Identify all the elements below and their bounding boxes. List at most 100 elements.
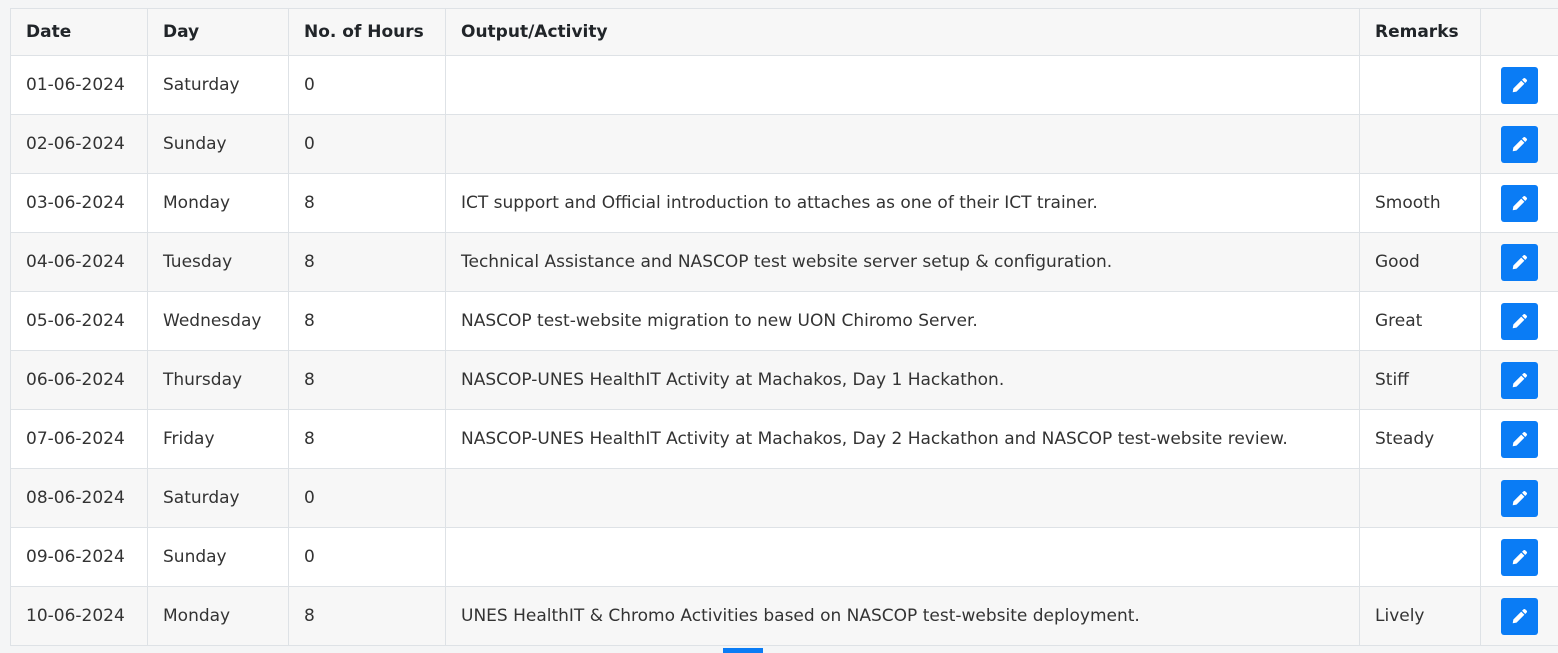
cell-activity: UNES HealthIT & Chromo Activities based … <box>445 586 1360 646</box>
cell-remarks: Stiff <box>1359 350 1481 410</box>
cell-date: 10-06-2024 <box>10 586 148 646</box>
column-header-actions <box>1480 8 1558 56</box>
cell-remarks: Great <box>1359 291 1481 351</box>
cell-actions <box>1480 350 1558 410</box>
cell-hours: 0 <box>288 114 446 174</box>
cell-day: Saturday <box>147 468 289 528</box>
cell-hours: 0 <box>288 55 446 115</box>
cell-day: Sunday <box>147 527 289 587</box>
cell-hours: 8 <box>288 173 446 233</box>
table-row: 05-06-2024 Wednesday 8 NASCOP test-website … <box>10 291 1558 351</box>
cell-date: 04-06-2024 <box>10 232 148 292</box>
worklog-table-container: Date Day No. of Hours Output/Activity Re… <box>10 8 1558 646</box>
table-row: 02-06-2024 Sunday 0 <box>10 114 1558 174</box>
cell-activity: NASCOP test-website migration to new UON… <box>445 291 1360 351</box>
edit-button[interactable] <box>1501 302 1538 340</box>
cell-remarks <box>1359 468 1481 528</box>
cell-date: 02-06-2024 <box>10 114 148 174</box>
column-header-day[interactable]: Day <box>147 8 289 56</box>
table-row: 08-06-2024 Saturday 0 <box>10 468 1558 528</box>
cell-hours: 8 <box>288 586 446 646</box>
worklog-table: Date Day No. of Hours Output/Activity Re… <box>10 8 1558 646</box>
cell-day: Wednesday <box>147 291 289 351</box>
cell-date: 09-06-2024 <box>10 527 148 587</box>
pencil-icon <box>1511 608 1528 625</box>
pencil-icon <box>1511 549 1528 566</box>
pencil-icon <box>1511 136 1528 153</box>
table-header: Date Day No. of Hours Output/Activity Re… <box>10 8 1558 56</box>
cell-actions <box>1480 114 1558 174</box>
table-row: 03-06-2024 Monday 8 ICT support and Officia… <box>10 173 1558 233</box>
edit-button[interactable] <box>1501 125 1538 163</box>
cell-day: Sunday <box>147 114 289 174</box>
cell-activity <box>445 55 1360 115</box>
cell-activity: ICT support and Official introduction to… <box>445 173 1360 233</box>
cell-actions <box>1480 232 1558 292</box>
cell-date: 07-06-2024 <box>10 409 148 469</box>
cell-actions <box>1480 586 1558 646</box>
cell-day: Thursday <box>147 350 289 410</box>
cell-day: Tuesday <box>147 232 289 292</box>
pencil-icon <box>1511 195 1528 212</box>
table-row: 04-06-2024 Tuesday 8 Technical Assistance a… <box>10 232 1558 292</box>
pencil-icon <box>1511 372 1528 389</box>
cell-activity: NASCOP-UNES HealthIT Activity at Machako… <box>445 409 1360 469</box>
pencil-icon <box>1511 313 1528 330</box>
cell-activity: NASCOP-UNES HealthIT Activity at Machako… <box>445 350 1360 410</box>
table-body: 01-06-2024 Saturday 0 02-06-2024 Sunday 0 03-0… <box>10 55 1558 646</box>
edit-button[interactable] <box>1501 184 1538 222</box>
cell-remarks <box>1359 55 1481 115</box>
pagination-indicator[interactable] <box>723 648 763 653</box>
cell-activity <box>445 468 1360 528</box>
edit-button[interactable] <box>1501 597 1538 635</box>
cell-day: Saturday <box>147 55 289 115</box>
cell-activity: Technical Assistance and NASCOP test web… <box>445 232 1360 292</box>
cell-date: 06-06-2024 <box>10 350 148 410</box>
cell-hours: 0 <box>288 527 446 587</box>
cell-actions <box>1480 291 1558 351</box>
table-row: 09-06-2024 Sunday 0 <box>10 527 1558 587</box>
column-header-activity[interactable]: Output/Activity <box>445 8 1360 56</box>
pencil-icon <box>1511 490 1528 507</box>
cell-actions <box>1480 468 1558 528</box>
cell-actions <box>1480 173 1558 233</box>
edit-button[interactable] <box>1501 243 1538 281</box>
column-header-remarks[interactable]: Remarks <box>1359 8 1481 56</box>
cell-date: 01-06-2024 <box>10 55 148 115</box>
cell-remarks <box>1359 527 1481 587</box>
cell-actions <box>1480 527 1558 587</box>
table-row: 07-06-2024 Friday 8 NASCOP-UNES HealthIT Ac… <box>10 409 1558 469</box>
cell-activity <box>445 114 1360 174</box>
cell-hours: 8 <box>288 291 446 351</box>
pencil-icon <box>1511 254 1528 271</box>
edit-button[interactable] <box>1501 479 1538 517</box>
edit-button[interactable] <box>1501 361 1538 399</box>
cell-hours: 8 <box>288 409 446 469</box>
cell-day: Friday <box>147 409 289 469</box>
cell-hours: 8 <box>288 232 446 292</box>
cell-day: Monday <box>147 586 289 646</box>
table-row: 01-06-2024 Saturday 0 <box>10 55 1558 115</box>
cell-actions <box>1480 55 1558 115</box>
cell-date: 08-06-2024 <box>10 468 148 528</box>
cell-hours: 8 <box>288 350 446 410</box>
cell-hours: 0 <box>288 468 446 528</box>
pencil-icon <box>1511 77 1528 94</box>
edit-button[interactable] <box>1501 420 1538 458</box>
cell-remarks: Steady <box>1359 409 1481 469</box>
column-header-hours[interactable]: No. of Hours <box>288 8 446 56</box>
cell-date: 03-06-2024 <box>10 173 148 233</box>
page-frame: Date Day No. of Hours Output/Activity Re… <box>0 0 1558 653</box>
table-row: 06-06-2024 Thursday 8 NASCOP-UNES HealthIT … <box>10 350 1558 410</box>
cell-remarks <box>1359 114 1481 174</box>
column-header-date[interactable]: Date <box>10 8 148 56</box>
cell-remarks: Good <box>1359 232 1481 292</box>
cell-remarks: Lively <box>1359 586 1481 646</box>
cell-activity <box>445 527 1360 587</box>
edit-button[interactable] <box>1501 66 1538 104</box>
table-row: 10-06-2024 Monday 8 UNES HealthIT & Chromo … <box>10 586 1558 646</box>
cell-date: 05-06-2024 <box>10 291 148 351</box>
pencil-icon <box>1511 431 1528 448</box>
edit-button[interactable] <box>1501 538 1538 576</box>
header-row: Date Day No. of Hours Output/Activity Re… <box>10 8 1558 56</box>
